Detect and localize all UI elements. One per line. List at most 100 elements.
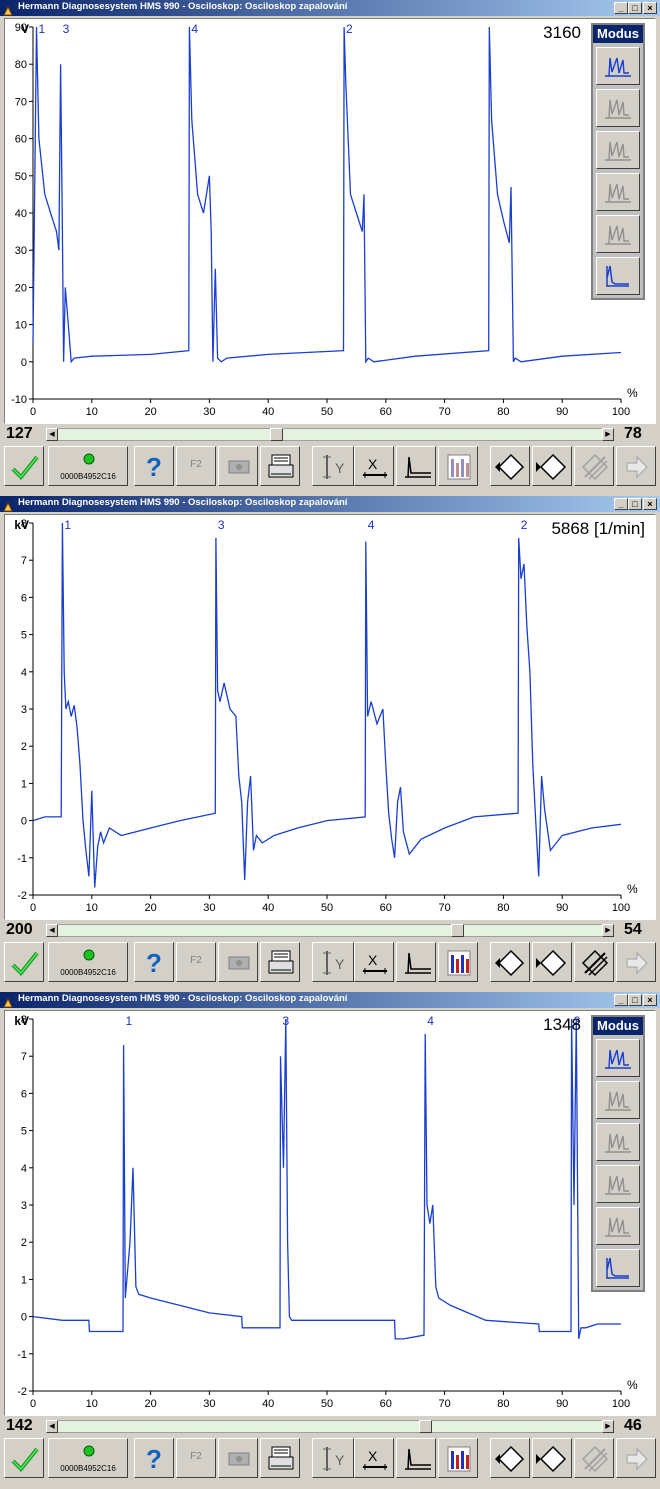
modus-button-5[interactable] (596, 215, 640, 253)
maximize-button[interactable]: □ (628, 994, 642, 1006)
prev-cylinder-button[interactable] (490, 446, 530, 486)
scroll-left-arrow[interactable]: ◀ (46, 924, 58, 937)
next-cylinder-button[interactable] (532, 446, 572, 486)
ok-button[interactable] (4, 446, 44, 486)
histogram-button[interactable] (438, 446, 478, 486)
modus-button-1[interactable] (596, 47, 640, 85)
device-id-label: 0000B4952C16 (60, 472, 116, 481)
svg-text:Y: Y (335, 1452, 345, 1468)
y-scale-button[interactable]: Y (312, 1438, 354, 1478)
waveform-trace (32, 1018, 621, 1340)
svg-text:X: X (368, 1448, 378, 1464)
modus-button-3[interactable] (596, 1123, 640, 1161)
maximize-button[interactable]: □ (628, 2, 642, 14)
waveform-view-button[interactable] (396, 446, 436, 486)
cylinder-label: 3 (63, 22, 70, 36)
device-id-label: 0000B4952C16 (60, 1464, 116, 1473)
help-button[interactable]: ? (134, 942, 174, 982)
prev-cylinder-button[interactable] (490, 1438, 530, 1478)
scroll-left-arrow[interactable]: ◀ (46, 1420, 58, 1433)
app-icon (3, 995, 13, 1008)
scrollbar-thumb[interactable] (451, 924, 464, 937)
cylinder-label: 3 (218, 518, 225, 532)
minimize-button[interactable]: _ (614, 994, 628, 1006)
help-icon: ? (146, 948, 162, 978)
overlay-button[interactable] (574, 942, 614, 982)
scrollbar-track[interactable] (46, 1420, 614, 1433)
modus-button-6[interactable] (596, 257, 640, 295)
y-scale-button[interactable]: Y (312, 446, 354, 486)
device-status-button[interactable]: 0000B4952C16 (48, 446, 128, 486)
waveform-view-button[interactable] (396, 942, 436, 982)
x-tick-label: 20 (144, 902, 156, 914)
scroll-left-arrow[interactable]: ◀ (46, 428, 58, 441)
prev-cylinder-button[interactable] (490, 942, 530, 982)
cylinder-label: 2 (521, 518, 528, 532)
scroll-left-value: 127 (6, 425, 33, 442)
modus-button-6[interactable] (596, 1249, 640, 1287)
modus-button-5[interactable] (596, 1207, 640, 1245)
overlay-button[interactable] (574, 1438, 614, 1478)
forward-button[interactable] (616, 1438, 656, 1478)
histogram-button[interactable] (438, 1438, 478, 1478)
snapshot-button[interactable] (218, 446, 258, 486)
y-tick-label: 3 (21, 704, 27, 716)
print-button[interactable] (260, 446, 300, 486)
modus-button-2[interactable] (596, 89, 640, 127)
modus-panel: Modus (591, 23, 645, 300)
snapshot-button[interactable] (218, 1438, 258, 1478)
forward-button[interactable] (616, 942, 656, 982)
y-scale-button[interactable]: Y (312, 942, 354, 982)
maximize-button[interactable]: □ (628, 498, 642, 510)
x-scale-button[interactable]: X (354, 942, 394, 982)
close-button[interactable]: × (643, 994, 657, 1006)
modus-panel: Modus (591, 1015, 645, 1292)
scroll-right-arrow[interactable]: ▶ (602, 1420, 614, 1433)
x-tick-label: 100 (612, 902, 630, 914)
scrollbar-thumb[interactable] (270, 428, 283, 441)
close-button[interactable]: × (643, 2, 657, 14)
close-button[interactable]: × (643, 498, 657, 510)
snapshot-button[interactable] (218, 942, 258, 982)
help-button[interactable]: ? (134, 446, 174, 486)
next-cylinder-button[interactable] (532, 942, 572, 982)
histogram-button[interactable] (438, 942, 478, 982)
f2-button[interactable]: F2 (176, 942, 216, 982)
scrollbar-track[interactable] (46, 428, 614, 441)
window-title: Hermann Diagnosesystem HMS 990 - Oscilos… (18, 993, 348, 1004)
scrollbar-track[interactable] (46, 924, 614, 937)
y-tick-label: 20 (15, 282, 27, 294)
y-tick-label: 7 (21, 555, 27, 567)
svg-text:X: X (368, 456, 378, 472)
minimize-button[interactable]: _ (614, 2, 628, 14)
print-button[interactable] (260, 942, 300, 982)
ok-button[interactable] (4, 942, 44, 982)
device-status-button[interactable]: 0000B4952C16 (48, 1438, 128, 1478)
ok-button[interactable] (4, 1438, 44, 1478)
x-tick-label: 0 (30, 1398, 36, 1410)
scrollbar-thumb[interactable] (419, 1420, 432, 1433)
y-tick-label: 0 (21, 1312, 27, 1324)
next-cylinder-button[interactable] (532, 1438, 572, 1478)
scroll-right-arrow[interactable]: ▶ (602, 924, 614, 937)
f2-label: F2 (190, 955, 202, 966)
help-button[interactable]: ? (134, 1438, 174, 1478)
y-tick-label: 6 (21, 592, 27, 604)
waveform-view-button[interactable] (396, 1438, 436, 1478)
modus-button-2[interactable] (596, 1081, 640, 1119)
print-button[interactable] (260, 1438, 300, 1478)
modus-button-4[interactable] (596, 1165, 640, 1203)
modus-button-1[interactable] (596, 1039, 640, 1077)
modus-button-3[interactable] (596, 131, 640, 169)
overlay-button[interactable] (574, 446, 614, 486)
device-status-button[interactable]: 0000B4952C16 (48, 942, 128, 982)
minimize-button[interactable]: _ (614, 498, 628, 510)
x-scale-button[interactable]: X (354, 446, 394, 486)
scroll-right-arrow[interactable]: ▶ (602, 428, 614, 441)
modus-button-4[interactable] (596, 173, 640, 211)
forward-button[interactable] (616, 446, 656, 486)
x-scale-button[interactable]: X (354, 1438, 394, 1478)
f2-button[interactable]: F2 (176, 446, 216, 486)
f2-button[interactable]: F2 (176, 1438, 216, 1478)
x-tick-label: 80 (497, 406, 509, 418)
